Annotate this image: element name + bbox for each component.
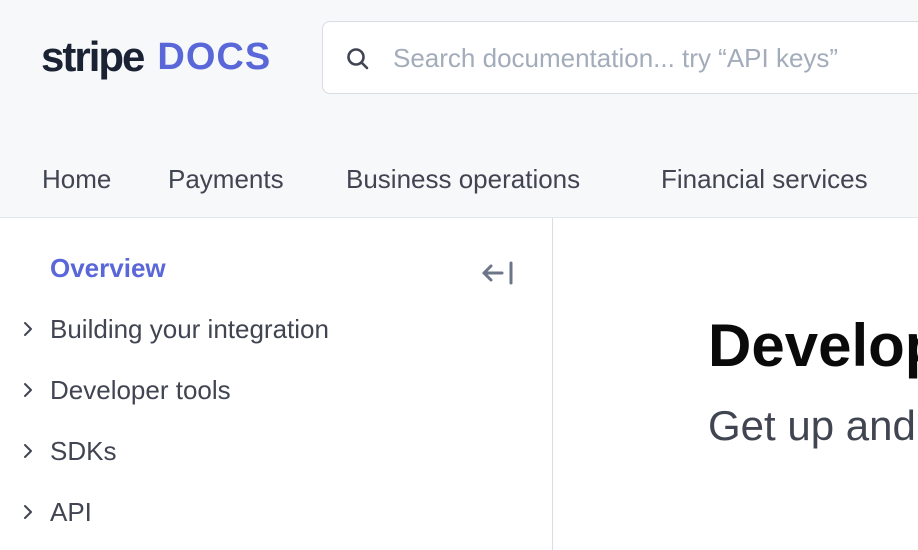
- collapse-sidebar-icon[interactable]: [478, 258, 518, 288]
- header: stripe DOCS Home Payments Business opera…: [0, 0, 918, 218]
- nav-tab-business-operations[interactable]: Business operations: [346, 158, 580, 200]
- docs-page: stripe DOCS Home Payments Business opera…: [0, 0, 918, 550]
- logo-wordmark: stripe: [41, 33, 145, 80]
- search-icon: [347, 48, 369, 70]
- sidebar-item-label: API: [50, 497, 92, 527]
- search-box[interactable]: [322, 21, 918, 94]
- sidebar-item-label: Developer tools: [50, 375, 231, 405]
- nav-tab-financial-services[interactable]: Financial services: [661, 158, 868, 200]
- sidebar-item-overview[interactable]: Overview: [50, 248, 166, 288]
- sidebar-item-building-your-integration[interactable]: Building your integration: [0, 307, 540, 351]
- page-title: Develop: [708, 312, 918, 379]
- logo-product-label: DOCS: [157, 35, 272, 78]
- search-input[interactable]: [393, 36, 918, 80]
- stripe-docs-logo[interactable]: stripe DOCS: [41, 30, 271, 84]
- sidebar-item-developer-tools[interactable]: Developer tools: [0, 368, 540, 412]
- main-content: Develop Get up and: [554, 218, 918, 550]
- chevron-right-icon: [24, 322, 32, 336]
- sidebar-item-label: SDKs: [50, 436, 117, 466]
- chevron-right-icon: [24, 444, 32, 458]
- sidebar-item-sdks[interactable]: SDKs: [0, 429, 540, 473]
- chevron-right-icon: [24, 505, 32, 519]
- chevron-right-icon: [24, 383, 32, 397]
- nav-tab-payments[interactable]: Payments: [168, 158, 284, 200]
- sidebar: Overview Building your integration Devel…: [0, 218, 553, 550]
- sidebar-item-api[interactable]: API: [0, 490, 540, 534]
- nav-tab-home[interactable]: Home: [42, 158, 111, 200]
- page-subtitle: Get up and: [708, 402, 916, 449]
- sidebar-item-label: Building your integration: [50, 314, 329, 344]
